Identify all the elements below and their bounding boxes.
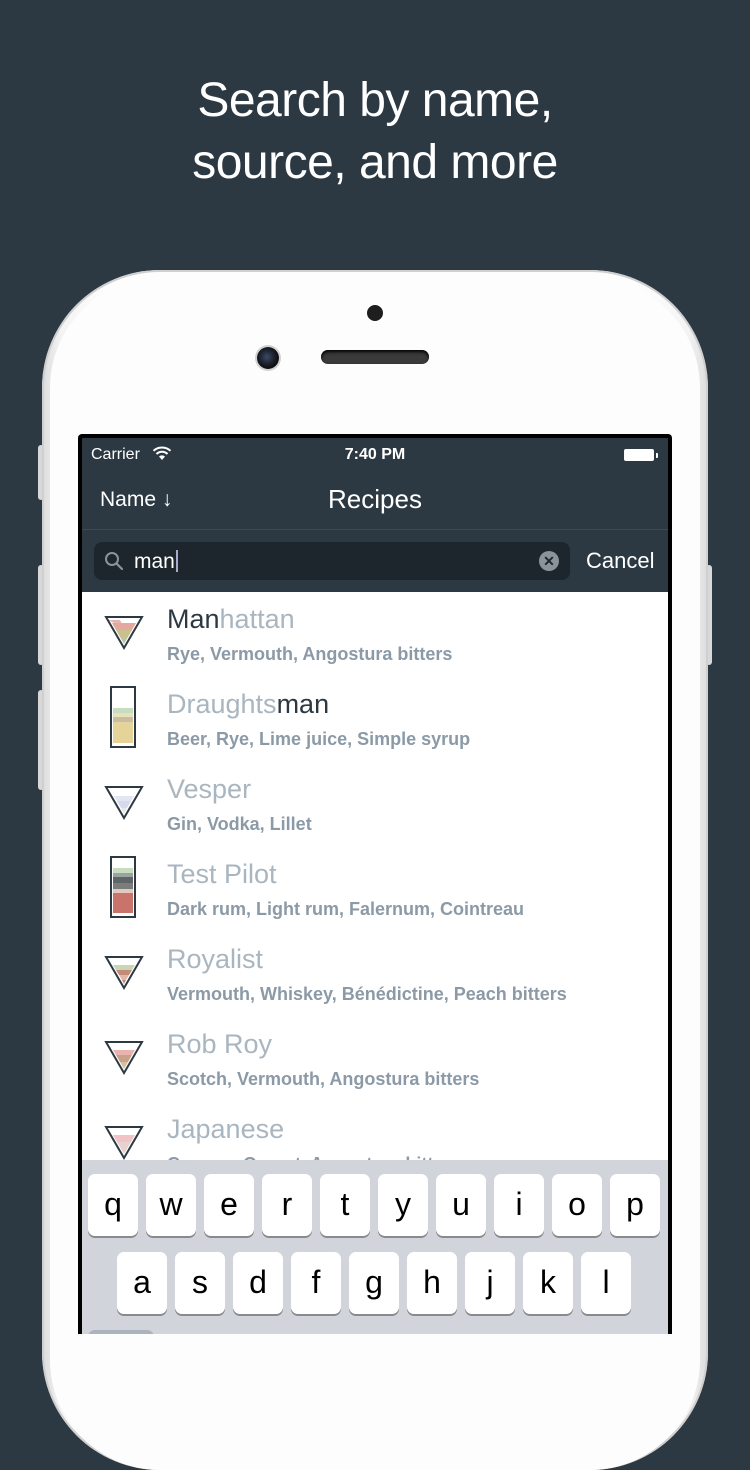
recipe-name-rest: hattan (219, 604, 295, 634)
cocktail-glass-icon (104, 954, 144, 995)
cocktail-glass-icon (104, 784, 144, 825)
key-k[interactable]: k (523, 1252, 573, 1314)
recipe-row-test-pilot[interactable]: Test Pilot Dark rum, Light rum, Falernum… (82, 847, 668, 932)
key-t[interactable]: t (320, 1174, 370, 1236)
key-l[interactable]: l (581, 1252, 631, 1314)
headline: Search by name, source, and more (0, 70, 750, 194)
recipe-name: Rob Roy (167, 1029, 273, 1059)
cancel-button[interactable]: Cancel (586, 548, 654, 574)
page-title: Recipes (328, 484, 422, 514)
earpiece-speaker (321, 350, 429, 364)
search-icon (104, 551, 124, 576)
key-u[interactable]: u (436, 1174, 486, 1236)
key-s[interactable]: s (175, 1252, 225, 1314)
recipe-ingredients: Beer, Rye, Lime juice, Simple syrup (167, 729, 471, 749)
battery-tip (656, 453, 658, 458)
app-display: Carrier 7:40 PM Name ↓ Recipes man ✕ Can… (82, 438, 668, 1334)
recipe-name: Royalist (167, 944, 264, 974)
highball-glass-icon (108, 856, 138, 925)
cocktail-glass-icon (104, 614, 144, 655)
key-g[interactable]: g (349, 1252, 399, 1314)
recipe-name-match: man (276, 689, 330, 719)
recipe-name: Manhattan (167, 604, 295, 635)
recipe-row-rob-roy[interactable]: Rob Roy Scotch, Vermouth, Angostura bitt… (82, 1017, 668, 1102)
battery-icon (624, 449, 654, 461)
clear-icon[interactable]: ✕ (539, 551, 559, 571)
keyboard: q w e r t y u i o p a s d f g h j k l (82, 1160, 668, 1334)
phone-screen: Carrier 7:40 PM Name ↓ Recipes man ✕ Can… (78, 434, 672, 1334)
recipe-ingredients: Dark rum, Light rum, Falernum, Cointreau (167, 899, 525, 919)
text-caret (175, 550, 178, 572)
front-camera-icon (257, 347, 279, 369)
cocktail-glass-icon (104, 1039, 144, 1080)
key-d[interactable]: d (233, 1252, 283, 1314)
header-divider (82, 529, 668, 530)
key-h[interactable]: h (407, 1252, 457, 1314)
key-q[interactable]: q (88, 1174, 138, 1236)
recipe-ingredients: Vermouth, Whiskey, Bénédictine, Peach bi… (167, 984, 567, 1004)
recipe-name-match: Man (167, 604, 220, 634)
headline-line-1: Search by name, (197, 74, 553, 127)
search-input-value: man (134, 550, 175, 573)
recipe-name: Test Pilot (167, 859, 277, 889)
recipe-ingredients: Scotch, Vermouth, Angostura bitters (167, 1069, 480, 1089)
key-w[interactable]: w (146, 1174, 196, 1236)
recipe-row-manhattan[interactable]: Manhattan Rye, Vermouth, Angostura bitte… (82, 592, 668, 677)
recipe-row-draughtsman[interactable]: Draughtsman Beer, Rye, Lime juice, Simpl… (82, 677, 668, 762)
headline-line-2: source, and more (192, 136, 558, 189)
key-a[interactable]: a (117, 1252, 167, 1314)
recipe-name-pre: Draughts (167, 689, 277, 719)
key-j[interactable]: j (465, 1252, 515, 1314)
key-p[interactable]: p (610, 1174, 660, 1236)
recipe-name: Japanese (167, 1114, 285, 1144)
key-r[interactable]: r (262, 1174, 312, 1236)
recipe-row-vesper[interactable]: Vesper Gin, Vodka, Lillet (82, 762, 668, 847)
key-shift[interactable] (88, 1330, 154, 1334)
recipe-name: Draughtsman (167, 689, 329, 720)
recipe-name: Vesper (167, 774, 252, 804)
key-i[interactable]: i (494, 1174, 544, 1236)
highball-glass-icon (108, 686, 138, 755)
cocktail-glass-icon (104, 1124, 144, 1165)
proximity-sensor (367, 305, 383, 321)
status-time: 7:40 PM (344, 446, 406, 463)
key-e[interactable]: e (204, 1174, 254, 1236)
key-o[interactable]: o (552, 1174, 602, 1236)
recipe-ingredients: Rye, Vermouth, Angostura bitters (167, 644, 453, 664)
status-bar: Carrier 7:40 PM (82, 438, 668, 470)
recipe-ingredients: Gin, Vodka, Lillet (167, 814, 312, 834)
search-input[interactable]: man (134, 550, 178, 574)
key-f[interactable]: f (291, 1252, 341, 1314)
key-y[interactable]: y (378, 1174, 428, 1236)
search-field[interactable]: man ✕ (94, 542, 570, 580)
recipe-row-royalist[interactable]: Royalist Vermouth, Whiskey, Bénédictine,… (82, 932, 668, 1017)
